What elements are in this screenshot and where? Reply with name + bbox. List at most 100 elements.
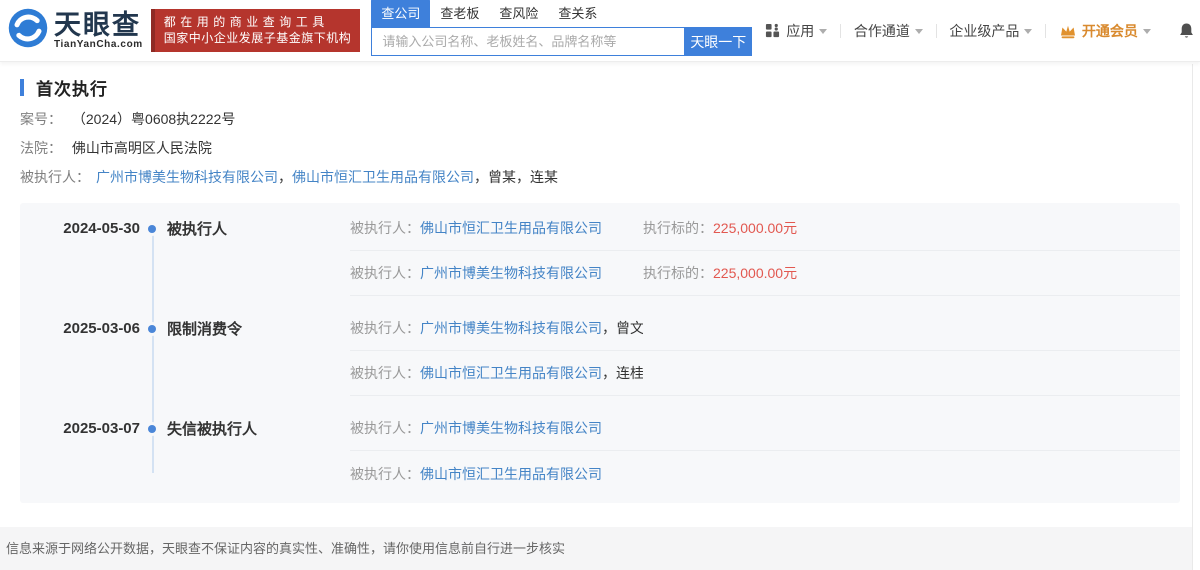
tab-boss[interactable]: 查老板 (430, 0, 489, 27)
timeline-event-title: 被执行人 (167, 218, 227, 239)
entry-label: 被执行人： (350, 466, 420, 482)
timeline-entry: 被执行人：佛山市恒汇卫生用品有限公司，连桂鑫 (350, 351, 1180, 396)
company-link[interactable]: 佛山市恒汇卫生用品有限公司 (420, 220, 602, 236)
timeline-group-header: 2025-03-06 限制消费令 (20, 306, 350, 351)
nav-cooperation-label: 合作通道 (854, 21, 910, 41)
court-label: 法院： (20, 140, 62, 156)
company-link[interactable]: 广州市博美生物科技有限公司 (420, 420, 602, 436)
timeline-entries: 被执行人：广州市博美生物科技有限公司，曾文勇 被执行人：佛山市恒汇卫生用品有限公… (350, 306, 1180, 396)
defendants-row: 被执行人：广州市博美生物科技有限公司，佛山市恒汇卫生用品有限公司，曾某，连某 (20, 163, 1180, 192)
timeline-group: 2024-05-30 被执行人 被执行人：佛山市恒汇卫生用品有限公司 执行标的：… (20, 206, 1180, 306)
timeline-entries: 被执行人：广州市博美生物科技有限公司 被执行人：佛山市恒汇卫生用品有限公司 (350, 406, 1180, 496)
top-header: 天眼查 TianYanCha.com 都在用的商业查询工具 国家中小企业发展子基… (0, 0, 1200, 62)
timeline-group-header: 2025-03-07 失信被执行人 (20, 406, 350, 451)
court-row: 法院： 佛山市高明区人民法院 (20, 134, 1180, 163)
timeline-entry: 被执行人：广州市博美生物科技有限公司，曾文勇 (350, 306, 1180, 351)
search-block: 查公司 查老板 查风险 查关系 天眼一下 (371, 4, 752, 56)
notifications-button[interactable] (1164, 22, 1200, 40)
nav-enterprise-label: 企业级产品 (949, 21, 1019, 41)
slogan-line2: 国家中小企业发展子基金旗下机构 (164, 30, 352, 46)
nav-apps[interactable]: 应用 (752, 21, 840, 41)
crown-icon (1059, 23, 1082, 39)
chevron-down-icon (1024, 29, 1032, 34)
case-number-label: 案号： (20, 111, 62, 127)
brand-slogan-badge: 都在用的商业查询工具 国家中小企业发展子基金旗下机构 (151, 9, 361, 52)
logo-domain: TianYanCha.com (54, 39, 143, 50)
timeline-entries: 被执行人：佛山市恒汇卫生用品有限公司 执行标的：225,000.00元 被执行人… (350, 206, 1180, 296)
amount-value: 225,000.00元 (713, 220, 797, 236)
amount-value: 225,000.00元 (713, 265, 797, 281)
timeline-entry: 被执行人：佛山市恒汇卫生用品有限公司 (350, 451, 1180, 496)
timeline-entry: 被执行人：广州市博美生物科技有限公司 执行标的：225,000.00元 (350, 251, 1180, 296)
separator: ， (474, 169, 488, 185)
case-number-value: （2024）粤0608执2222号 (72, 111, 235, 127)
timeline-event-title: 限制消费令 (167, 318, 242, 339)
entry-label: 被执行人： (350, 320, 420, 336)
case-number-row: 案号： （2024）粤0608执2222号 (20, 105, 1180, 134)
logo-name: 天眼查 (54, 11, 143, 39)
company-link[interactable]: 广州市博美生物科技有限公司 (420, 320, 602, 336)
case-meta: 案号： （2024）粤0608执2222号 法院： 佛山市高明区人民法院 被执行… (20, 105, 1180, 192)
timeline-entry: 被执行人：广州市博美生物科技有限公司 (350, 406, 1180, 451)
entry-person: ，曾文勇 (602, 320, 643, 336)
separator: ， (278, 169, 292, 185)
defendants-label: 被执行人： (20, 169, 90, 185)
person-name: 曾某 (488, 169, 516, 185)
search-input[interactable] (371, 27, 684, 56)
nav-enterprise[interactable]: 企业级产品 (936, 21, 1045, 41)
entry-label: 被执行人： (350, 365, 420, 381)
slogan-line1: 都在用的商业查询工具 (164, 14, 352, 30)
bell-icon (1178, 22, 1195, 40)
amount-label: 执行标的： (643, 265, 713, 281)
timeline-group-header: 2024-05-30 被执行人 (20, 206, 350, 251)
company-link[interactable]: 广州市博美生物科技有限公司 (96, 169, 278, 185)
chevron-down-icon (819, 29, 827, 34)
tab-relation[interactable]: 查关系 (548, 0, 607, 27)
timeline-card: 2024-05-30 被执行人 被执行人：佛山市恒汇卫生用品有限公司 执行标的：… (20, 203, 1180, 503)
title-accent-bar (20, 79, 24, 96)
chevron-down-icon (1143, 29, 1151, 34)
amount-label: 执行标的： (643, 220, 713, 236)
timeline-dot-icon (148, 325, 156, 333)
separator: ， (516, 169, 530, 185)
main-content: 首次执行 案号： （2024）粤0608执2222号 法院： 佛山市高明区人民法… (0, 75, 1200, 503)
timeline-dot-icon (148, 425, 156, 433)
disclaimer-footer: 信息来源于网络公开数据，天眼查不保证内容的真实性、准确性，请你使用信息前自行进一… (0, 527, 1200, 570)
disclaimer-text: 信息来源于网络公开数据，天眼查不保证内容的真实性、准确性，请你使用信息前自行进一… (6, 541, 565, 556)
nav-vip-label: 开通会员 (1082, 21, 1138, 41)
search-tabs: 查公司 查老板 查风险 查关系 (371, 4, 752, 27)
court-value: 佛山市高明区人民法院 (72, 140, 212, 156)
logo-text: 天眼查 TianYanCha.com (54, 11, 143, 50)
entry-label: 被执行人： (350, 265, 420, 281)
timeline-date: 2024-05-30 (20, 220, 140, 237)
scrollbar[interactable] (1192, 64, 1200, 570)
timeline-date: 2025-03-06 (20, 320, 140, 337)
nav-vip[interactable]: 开通会员 (1046, 21, 1164, 41)
company-link[interactable]: 广州市博美生物科技有限公司 (420, 265, 602, 281)
entry-label: 被执行人： (350, 420, 420, 436)
header-nav: 应用 合作通道 企业级产品 开通会员 (752, 1, 1200, 61)
apps-grid-icon (765, 23, 780, 38)
tianyancha-logo[interactable]: 天眼查 TianYanCha.com (6, 6, 143, 55)
tab-risk[interactable]: 查风险 (489, 0, 548, 27)
entry-label: 被执行人： (350, 220, 420, 236)
timeline-dot-icon (148, 225, 156, 233)
nav-apps-label: 应用 (786, 21, 814, 41)
tab-company[interactable]: 查公司 (371, 0, 430, 27)
page-title: 首次执行 (36, 75, 108, 100)
search-button[interactable]: 天眼一下 (684, 27, 752, 56)
timeline-group: 2025-03-06 限制消费令 被执行人：广州市博美生物科技有限公司，曾文勇 … (20, 306, 1180, 406)
nav-cooperation[interactable]: 合作通道 (841, 21, 936, 41)
company-link[interactable]: 佛山市恒汇卫生用品有限公司 (292, 169, 474, 185)
timeline-date: 2025-03-07 (20, 420, 140, 437)
tianyancha-logo-icon (6, 6, 50, 55)
company-link[interactable]: 佛山市恒汇卫生用品有限公司 (420, 466, 602, 482)
chevron-down-icon (915, 29, 923, 34)
entry-person: ，连桂鑫 (602, 365, 643, 381)
page-title-row: 首次执行 (20, 75, 1180, 99)
timeline-group: 2025-03-07 失信被执行人 被执行人：广州市博美生物科技有限公司 被执行… (20, 406, 1180, 496)
company-link[interactable]: 佛山市恒汇卫生用品有限公司 (420, 365, 602, 381)
timeline-entry: 被执行人：佛山市恒汇卫生用品有限公司 执行标的：225,000.00元 (350, 206, 1180, 251)
timeline-event-title: 失信被执行人 (167, 418, 257, 439)
person-name: 连某 (530, 169, 558, 185)
